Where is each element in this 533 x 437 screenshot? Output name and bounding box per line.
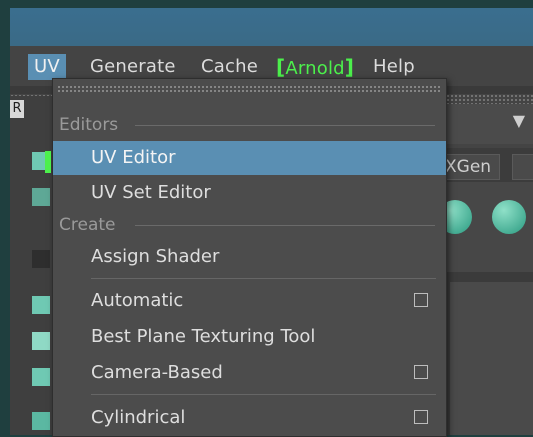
- menu-item-label: UV Editor: [91, 147, 176, 168]
- menu-item-cylindrical[interactable]: Cylindrical: [53, 401, 446, 435]
- shader-tool-icon[interactable]: [32, 250, 50, 268]
- menu-arnold-label: Arnold: [285, 58, 345, 79]
- title-bar: [10, 8, 533, 46]
- sphere-shelf-icon-2[interactable]: [492, 200, 526, 234]
- uv-menu-dropdown: Editors UV Editor UV Set Editor Create A…: [45, 78, 447, 437]
- menu-item-assign-shader[interactable]: Assign Shader: [53, 240, 446, 274]
- tab-next[interactable]: [512, 154, 533, 180]
- menu-item-label: Assign Shader: [91, 246, 220, 267]
- cylinder-tool-icon[interactable]: [32, 412, 50, 430]
- option-box-icon[interactable]: [414, 293, 428, 307]
- plane-tool-icon[interactable]: [32, 332, 50, 350]
- menu-separator: [91, 394, 436, 395]
- menu-item-label: Automatic: [91, 290, 184, 311]
- option-box-icon[interactable]: [414, 365, 428, 379]
- bracket-left-icon: [: [276, 55, 286, 79]
- menu-uv[interactable]: UV: [28, 54, 66, 80]
- selection-marker: [45, 151, 51, 173]
- menu-item-camera-based[interactable]: Camera-Based: [53, 356, 446, 390]
- menu-generate[interactable]: Generate: [84, 54, 182, 80]
- menu-help[interactable]: Help: [367, 54, 421, 80]
- menu-separator: [91, 278, 436, 279]
- menu-item-label: UV Set Editor: [91, 182, 211, 203]
- menu-item-best-plane[interactable]: Best Plane Texturing Tool: [53, 320, 446, 354]
- tear-off-handle[interactable]: [57, 85, 442, 93]
- section-create: Create: [59, 215, 116, 235]
- chevron-down-icon[interactable]: ▼: [513, 111, 525, 130]
- bracket-right-icon: ]: [344, 55, 355, 79]
- menu-arnold[interactable]: [Arnold]: [270, 54, 360, 80]
- section-divider: [135, 225, 435, 226]
- uv-set-tool-icon[interactable]: [32, 188, 50, 206]
- cube-tool-icon[interactable]: [32, 296, 50, 314]
- option-box-icon[interactable]: [414, 410, 428, 424]
- menu-item-uv-set-editor[interactable]: UV Set Editor: [53, 176, 446, 210]
- sidebar-label: R: [10, 100, 24, 118]
- menu-item-label: Camera-Based: [91, 362, 223, 383]
- menu-item-label: Cylindrical: [91, 407, 186, 428]
- viewport-panel: [450, 282, 533, 435]
- menu-item-uv-editor[interactable]: UV Editor: [53, 141, 446, 175]
- camera-tool-icon[interactable]: [32, 368, 50, 386]
- menu-cache[interactable]: Cache: [195, 54, 264, 80]
- menu-item-automatic[interactable]: Automatic: [53, 284, 446, 318]
- menu-item-label: Best Plane Texturing Tool: [91, 326, 316, 347]
- section-divider: [135, 125, 435, 126]
- section-editors: Editors: [59, 115, 119, 135]
